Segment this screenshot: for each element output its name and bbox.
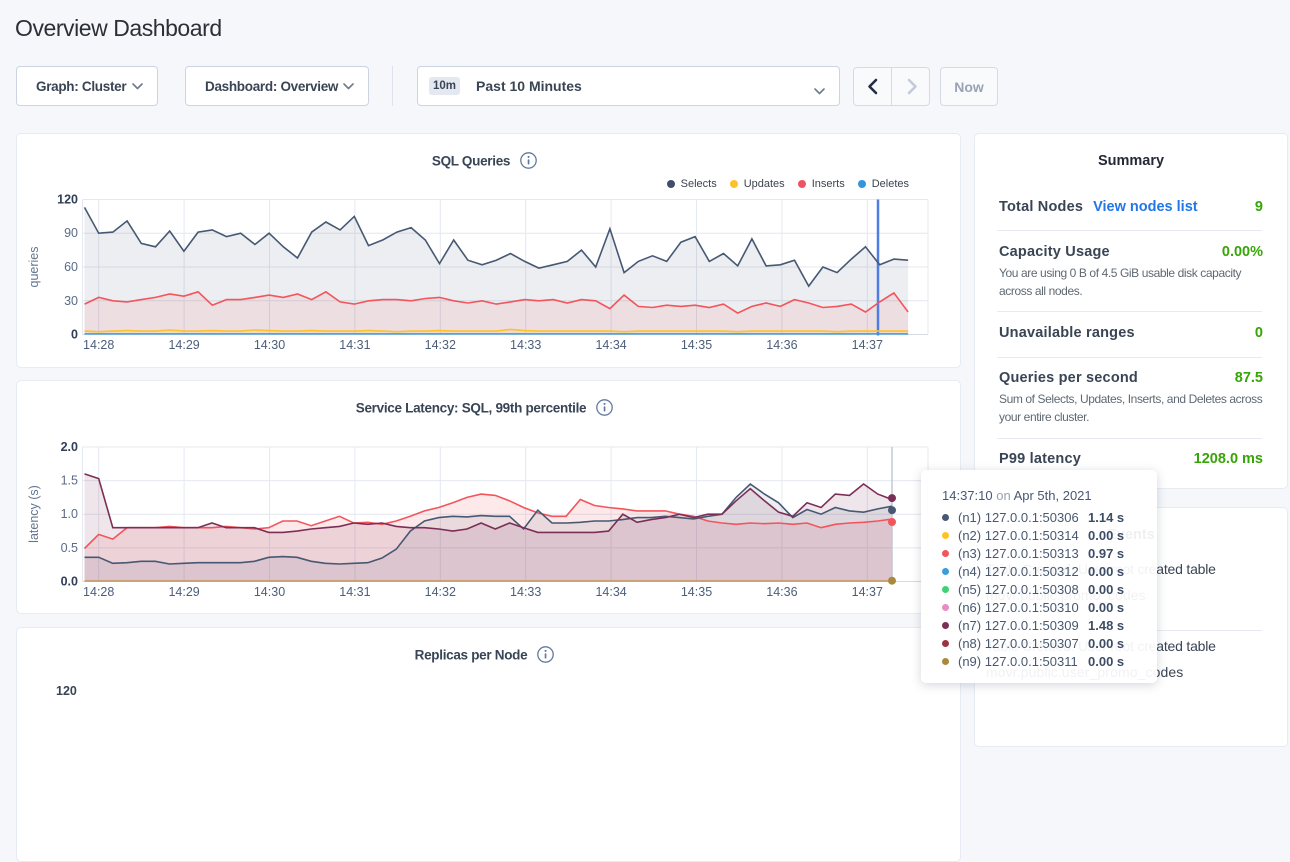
svg-text:14:32: 14:32: [425, 585, 456, 599]
svg-text:1.0: 1.0: [61, 507, 78, 521]
svg-text:60: 60: [64, 260, 78, 274]
svg-text:14:31: 14:31: [339, 585, 370, 599]
svg-text:14:28: 14:28: [83, 585, 114, 599]
svg-text:14:30: 14:30: [254, 338, 285, 352]
svg-text:14:36: 14:36: [766, 338, 797, 352]
svg-text:14:35: 14:35: [681, 338, 712, 352]
svg-text:14:34: 14:34: [595, 338, 626, 352]
svg-text:14:29: 14:29: [168, 338, 199, 352]
svg-text:14:37: 14:37: [852, 338, 883, 352]
svg-text:120: 120: [57, 193, 78, 207]
svg-text:14:33: 14:33: [510, 585, 541, 599]
svg-text:0.0: 0.0: [61, 575, 78, 589]
svg-text:90: 90: [64, 226, 78, 240]
svg-text:latency (s): latency (s): [27, 485, 41, 543]
svg-text:14:28: 14:28: [83, 338, 114, 352]
svg-text:2.0: 2.0: [61, 440, 78, 454]
svg-text:0: 0: [71, 328, 78, 342]
svg-text:30: 30: [64, 294, 78, 308]
svg-text:14:30: 14:30: [254, 585, 285, 599]
svg-text:14:34: 14:34: [595, 585, 626, 599]
svg-text:14:35: 14:35: [681, 585, 712, 599]
svg-text:14:31: 14:31: [339, 338, 370, 352]
svg-text:queries: queries: [27, 247, 41, 288]
svg-text:1.5: 1.5: [61, 474, 78, 488]
svg-text:14:29: 14:29: [168, 585, 199, 599]
svg-text:14:37: 14:37: [852, 585, 883, 599]
svg-text:14:36: 14:36: [766, 585, 797, 599]
svg-text:0.5: 0.5: [61, 541, 78, 555]
svg-text:14:33: 14:33: [510, 338, 541, 352]
svg-text:14:32: 14:32: [425, 338, 456, 352]
